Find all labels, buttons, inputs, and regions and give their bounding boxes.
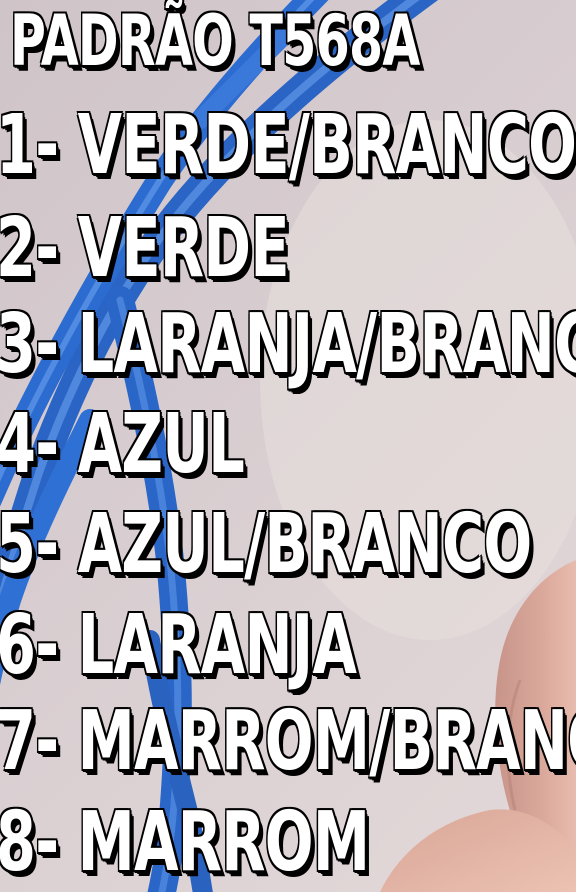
pin-1-label: 1- VERDE/BRANCO bbox=[0, 98, 576, 193]
pin-8-label: 8- MARROM bbox=[0, 795, 370, 890]
pin-7-label: 7- MARROM/BRANCO bbox=[0, 694, 576, 789]
pin-2-label: 2- VERDE bbox=[0, 201, 290, 296]
pin-5-label: 5- AZUL/BRANCO bbox=[0, 497, 532, 592]
standard-title: PADRÃO T568A bbox=[10, 0, 420, 82]
pin-3-label: 3- LARANJA/BRANCO bbox=[0, 297, 576, 392]
pin-4-label: 4- AZUL bbox=[0, 397, 245, 492]
pin-6-label: 6- LARANJA bbox=[0, 598, 357, 693]
video-frame: PADRÃO T568A 1- VERDE/BRANCO 2- VERDE 3-… bbox=[0, 0, 576, 892]
